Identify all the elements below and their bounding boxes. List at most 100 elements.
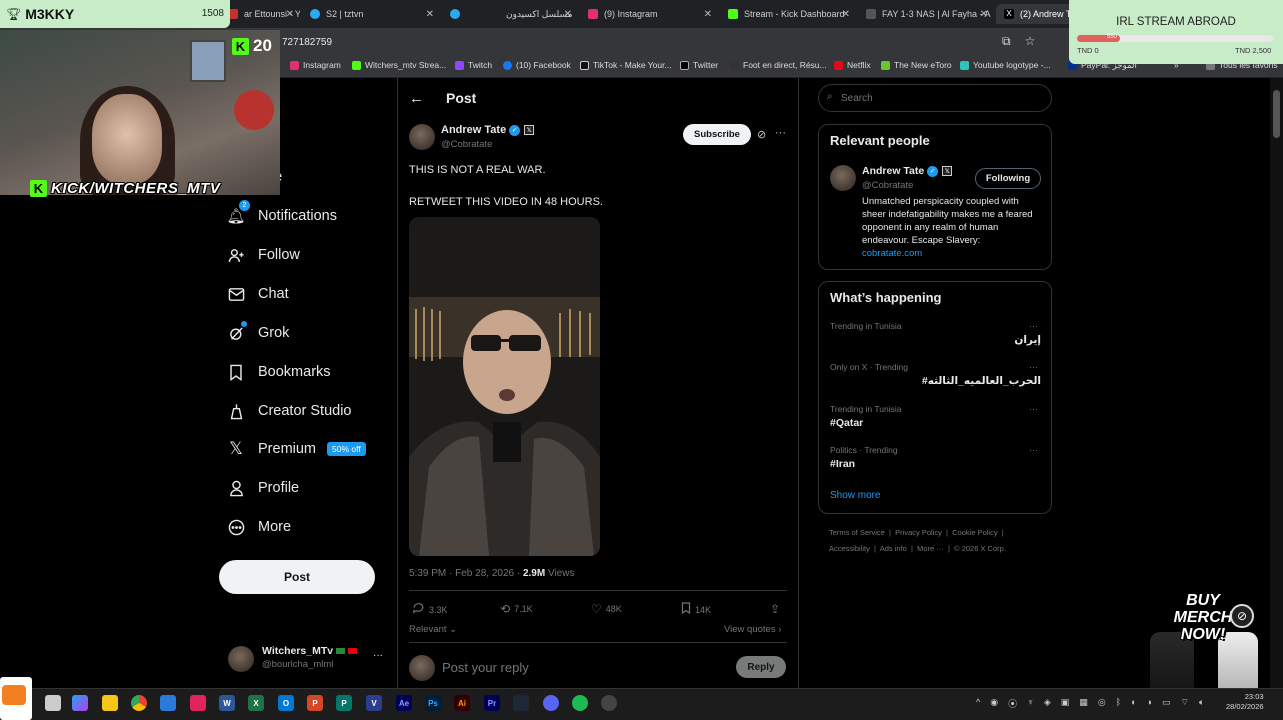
chevron-up-icon[interactable]: ^: [976, 697, 980, 710]
bookmark-item[interactable]: Witchers_mtv Strea...: [352, 60, 446, 70]
sidebar-item-chat[interactable]: Chat: [227, 282, 289, 306]
footer-link[interactable]: Cookie Policy: [952, 528, 997, 537]
tray-app-icon[interactable]: ◈: [1044, 697, 1051, 710]
volume-icon[interactable]: 🔈︎: [1199, 697, 1204, 710]
store-icon[interactable]: [160, 695, 176, 711]
footer-link[interactable]: Terms of Service: [829, 528, 885, 537]
premiere-icon[interactable]: Pr: [484, 695, 500, 711]
bookmark-item[interactable]: The New eToro: [881, 60, 952, 70]
browser-tab-4[interactable]: Stream - Kick Dashboard ✕: [720, 4, 856, 24]
author-avatar[interactable]: [409, 124, 435, 150]
sidebar-item-follow[interactable]: Follow: [227, 243, 300, 267]
footer-link[interactable]: Accessibility: [829, 544, 870, 553]
sidebar-item-premium[interactable]: 𝕏 Premium 50% off: [227, 437, 366, 461]
bookmark-action[interactable]: 14K: [681, 602, 711, 617]
powerpoint-icon[interactable]: P: [307, 695, 323, 711]
wifi-icon[interactable]: ⌔: [1180, 697, 1188, 710]
sidebar-item-grok[interactable]: Grok: [227, 321, 289, 345]
display-icon[interactable]: ▭: [1162, 697, 1171, 710]
bookmark-item[interactable]: Youtube logotype -...: [960, 60, 1051, 70]
relevant-person-handle[interactable]: @Cobratate: [862, 180, 913, 191]
grok-explain-icon[interactable]: ⊘: [757, 128, 766, 141]
tweet-video[interactable]: [409, 217, 600, 556]
close-tab-icon[interactable]: ✕: [564, 9, 572, 20]
page-scrollbar[interactable]: [1270, 78, 1283, 688]
sidebar-item-notifications[interactable]: 🔔︎ 2 Notifications: [226, 200, 337, 228]
author-avatar[interactable]: [830, 165, 856, 191]
discord-icon[interactable]: [543, 695, 559, 711]
show-more-link[interactable]: Show more: [830, 490, 881, 501]
subscribe-button[interactable]: Subscribe: [683, 124, 751, 145]
search-input[interactable]: ⌕ Search: [818, 84, 1052, 112]
publisher-icon[interactable]: P: [336, 695, 352, 711]
app-icon[interactable]: [190, 695, 206, 711]
trend-more-icon[interactable]: ···: [1029, 321, 1038, 331]
excel-icon[interactable]: X: [248, 695, 264, 711]
view-quotes-link[interactable]: View quotes ›: [724, 624, 781, 635]
trend-more-icon[interactable]: ···: [1029, 362, 1038, 372]
post-button[interactable]: Post: [219, 560, 375, 594]
tray-app-icon[interactable]: ◎: [1098, 697, 1106, 710]
obs-icon[interactable]: [601, 695, 617, 711]
like-action[interactable]: ♡ 48K: [591, 602, 622, 616]
browser-tab-1[interactable]: S2 | tztvn ✕: [302, 4, 440, 24]
bookmark-item[interactable]: TikTok - Make Your...: [580, 60, 672, 70]
tray-app-icon[interactable]: ◑: [1147, 697, 1152, 710]
file-explorer-icon[interactable]: [102, 695, 118, 711]
sidebar-item-profile[interactable]: Profile: [227, 476, 299, 500]
tray-app-icon[interactable]: ▦: [1079, 697, 1088, 710]
trend-name[interactable]: #Iran: [830, 458, 855, 470]
reply-button[interactable]: Reply: [736, 656, 786, 678]
bookmark-item[interactable]: Foot en direct, Résu...: [730, 60, 827, 70]
scrollbar-thumb[interactable]: [1273, 90, 1280, 138]
photoshop-icon[interactable]: Ps: [425, 695, 441, 711]
following-button[interactable]: Following: [975, 168, 1041, 189]
install-icon[interactable]: ⧉: [1002, 34, 1011, 49]
microphone-icon[interactable]: ♆: [1027, 697, 1034, 710]
task-view-icon[interactable]: [45, 695, 61, 711]
bookmark-item[interactable]: Netflix: [834, 60, 871, 70]
close-tab-icon[interactable]: ✕: [704, 9, 712, 20]
bookmark-item[interactable]: Twitch: [455, 60, 492, 70]
reply-input[interactable]: Post your reply: [442, 660, 529, 675]
repost-action[interactable]: ⟲ 7.1K: [500, 602, 533, 616]
bookmark-item[interactable]: Twitter: [680, 60, 718, 70]
close-tab-icon[interactable]: ✕: [426, 9, 434, 20]
author-name[interactable]: Andrew Tate ✓ 𝕏: [441, 124, 535, 136]
url-field[interactable]: 727182759: [282, 37, 332, 48]
reply-sort-dropdown[interactable]: Relevant ⌄: [409, 624, 457, 635]
steam-icon[interactable]: [513, 695, 529, 711]
account-switcher[interactable]: Witchers_MTv @bourlcha_mlml ···: [228, 644, 388, 674]
bookmark-item[interactable]: (10) Facebook: [503, 60, 571, 70]
browser-tab-5[interactable]: FAY 1-3 NAS | Al Fayha - A ✕: [858, 4, 994, 24]
tray-app-icon[interactable]: ⦿: [1008, 697, 1017, 710]
word-icon[interactable]: W: [219, 695, 235, 711]
trend-more-icon[interactable]: ···: [1029, 445, 1038, 455]
tray-app-icon[interactable]: ◐: [1131, 697, 1136, 710]
share-action[interactable]: ⇪: [770, 602, 784, 616]
trend-name[interactable]: إيران: [1014, 334, 1041, 346]
trend-more-icon[interactable]: ···: [1029, 404, 1038, 414]
browser-tab-3[interactable]: (9) Instagram ✕: [580, 4, 718, 24]
chrome-icon[interactable]: [131, 695, 147, 711]
spotify-icon[interactable]: [572, 695, 588, 711]
relevant-person-name[interactable]: Andrew Tate ✓ 𝕏: [862, 165, 953, 177]
bookmark-item[interactable]: Instagram: [290, 60, 341, 70]
trend-name[interactable]: #الحرب_العالميه_الثالثه: [922, 375, 1041, 387]
close-tab-icon[interactable]: ✕: [286, 9, 294, 20]
account-more-icon[interactable]: ···: [373, 650, 383, 661]
taskbar-clock[interactable]: 23:03 28/02/2026: [1226, 692, 1264, 712]
browser-tab-2[interactable]: مسلسل اكسيدون ✕: [442, 4, 578, 24]
visio-icon[interactable]: V: [366, 695, 382, 711]
tray-app-icon[interactable]: ◉: [990, 697, 998, 710]
outlook-icon[interactable]: O: [278, 695, 294, 711]
bookmark-star-icon[interactable]: ☆: [1025, 34, 1036, 49]
browser-tab-0[interactable]: ar Ettounsi - Y ✕: [220, 4, 300, 24]
post-more-icon[interactable]: ···: [775, 127, 786, 139]
illustrator-icon[interactable]: Ai: [454, 695, 470, 711]
nvidia-icon[interactable]: ▣: [1061, 697, 1070, 710]
close-tab-icon[interactable]: ✕: [842, 9, 850, 20]
reply-action[interactable]: 3.3K: [412, 602, 448, 617]
after-effects-icon[interactable]: Ae: [396, 695, 412, 711]
sidebar-item-more[interactable]: More: [227, 515, 291, 539]
